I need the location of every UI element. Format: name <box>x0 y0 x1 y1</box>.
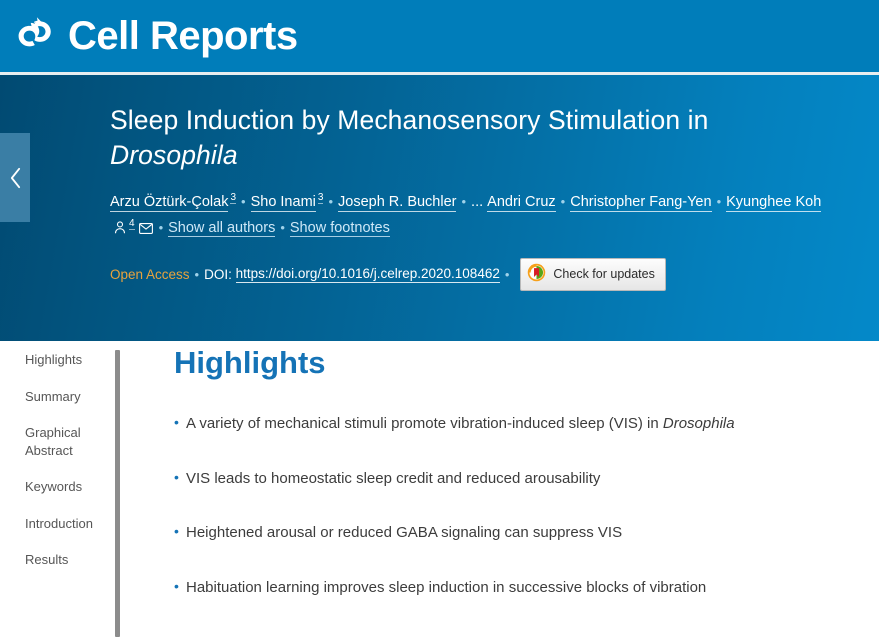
article-outline-sidebar: Highlights Summary Graphical Abstract Ke… <box>0 341 110 637</box>
show-footnotes-link[interactable]: Show footnotes <box>289 220 390 238</box>
open-access-badge: Open Access <box>110 266 190 282</box>
article-hero: Sleep Induction by Mechanosensory Stimul… <box>0 75 879 341</box>
highlight-text-0: A variety of mechanical stimuli promote … <box>186 415 663 433</box>
author-list: Arzu Öztürk-Çolak 3 • Sho Inami 3 • Joseph R. … <box>110 189 830 243</box>
list-item: Heightened arousal or reduced GABA signa… <box>174 522 869 543</box>
list-item: A variety of mechanical stimuli promote … <box>174 413 869 434</box>
sidebar-item-graphical-abstract[interactable]: Graphical Abstract <box>25 424 110 459</box>
collapse-panel-button[interactable] <box>0 133 30 222</box>
article-meta-row: Open Access • DOI: https://doi.org/10.10… <box>110 258 839 292</box>
author-separator: • <box>461 194 467 210</box>
sidebar-item-summary[interactable]: Summary <box>25 388 110 406</box>
section-title-highlights: Highlights <box>174 345 326 380</box>
author-link-1[interactable]: Sho Inami <box>250 194 316 213</box>
authors-ellipsis: ... <box>471 194 484 211</box>
highlight-text-1: VIS leads to homeostatic sleep credit an… <box>186 469 601 487</box>
highlight-text-3: Habituation learning improves sleep indu… <box>186 578 707 596</box>
highlights-list: A variety of mechanical stimuli promote … <box>174 413 869 598</box>
check-for-updates-button[interactable]: Check for updates <box>520 258 666 292</box>
author-affiliation-1: 3 <box>317 192 324 205</box>
author-affiliation-0: 3 <box>230 192 237 205</box>
show-all-authors-link[interactable]: Show all authors <box>168 220 276 238</box>
check-for-updates-label: Check for updates <box>553 267 655 282</box>
author-link-0[interactable]: Arzu Öztürk-Çolak <box>110 194 229 213</box>
author-separator: • <box>158 220 164 236</box>
highlight-text-2: Heightened arousal or reduced GABA signa… <box>186 524 623 542</box>
author-separator: • <box>280 220 285 236</box>
journal-masthead: Cell Reports <box>0 0 879 72</box>
sidebar-item-results[interactable]: Results <box>25 551 110 569</box>
sidebar-item-keywords[interactable]: Keywords <box>25 478 110 496</box>
author-separator: • <box>716 194 722 210</box>
sidebar-scrollbar-thumb[interactable] <box>114 350 120 637</box>
chevron-left-icon <box>10 167 20 188</box>
highlights-section: Highlights A variety of mechanical stimu… <box>124 341 879 637</box>
author-link-5[interactable]: Kyunghee Koh <box>726 194 822 213</box>
doi-label: DOI: <box>204 266 232 282</box>
envelope-icon[interactable] <box>138 218 153 243</box>
sidebar-scrollbar[interactable] <box>110 341 124 637</box>
crossmark-icon <box>527 263 546 286</box>
article-title-line1: Sleep Induction by Mechanosensory Stimul… <box>110 105 709 135</box>
article-body: Highlights Summary Graphical Abstract Ke… <box>0 341 879 637</box>
doi-link[interactable]: https://doi.org/10.1016/j.celrep.2020.10… <box>235 266 500 284</box>
highlight-italic-0: Drosophila <box>662 415 735 433</box>
sidebar-item-introduction[interactable]: Introduction <box>25 515 110 533</box>
list-item: VIS leads to homeostatic sleep credit an… <box>174 468 869 489</box>
author-link-4[interactable]: Christopher Fang-Yen <box>570 194 712 213</box>
author-separator: • <box>241 194 246 210</box>
author-separator: • <box>328 194 333 210</box>
page-title: Sleep Induction by Mechanosensory Stimul… <box>110 103 839 173</box>
author-link-2[interactable]: Joseph R. Buchler <box>338 194 457 213</box>
author-affiliation-5: 4 <box>129 218 135 231</box>
journal-title: Cell Reports <box>68 14 298 58</box>
sidebar-item-highlights[interactable]: Highlights <box>25 351 110 369</box>
meta-separator: • <box>504 266 510 282</box>
author-link-3[interactable]: Andri Cruz <box>487 194 556 213</box>
list-item: Habituation learning improves sleep indu… <box>174 577 869 598</box>
article-title-line2: Drosophila <box>110 140 238 171</box>
cell-press-logo-icon <box>18 17 51 47</box>
person-icon <box>114 218 126 243</box>
meta-separator: • <box>194 266 200 282</box>
author-separator: • <box>560 194 566 210</box>
